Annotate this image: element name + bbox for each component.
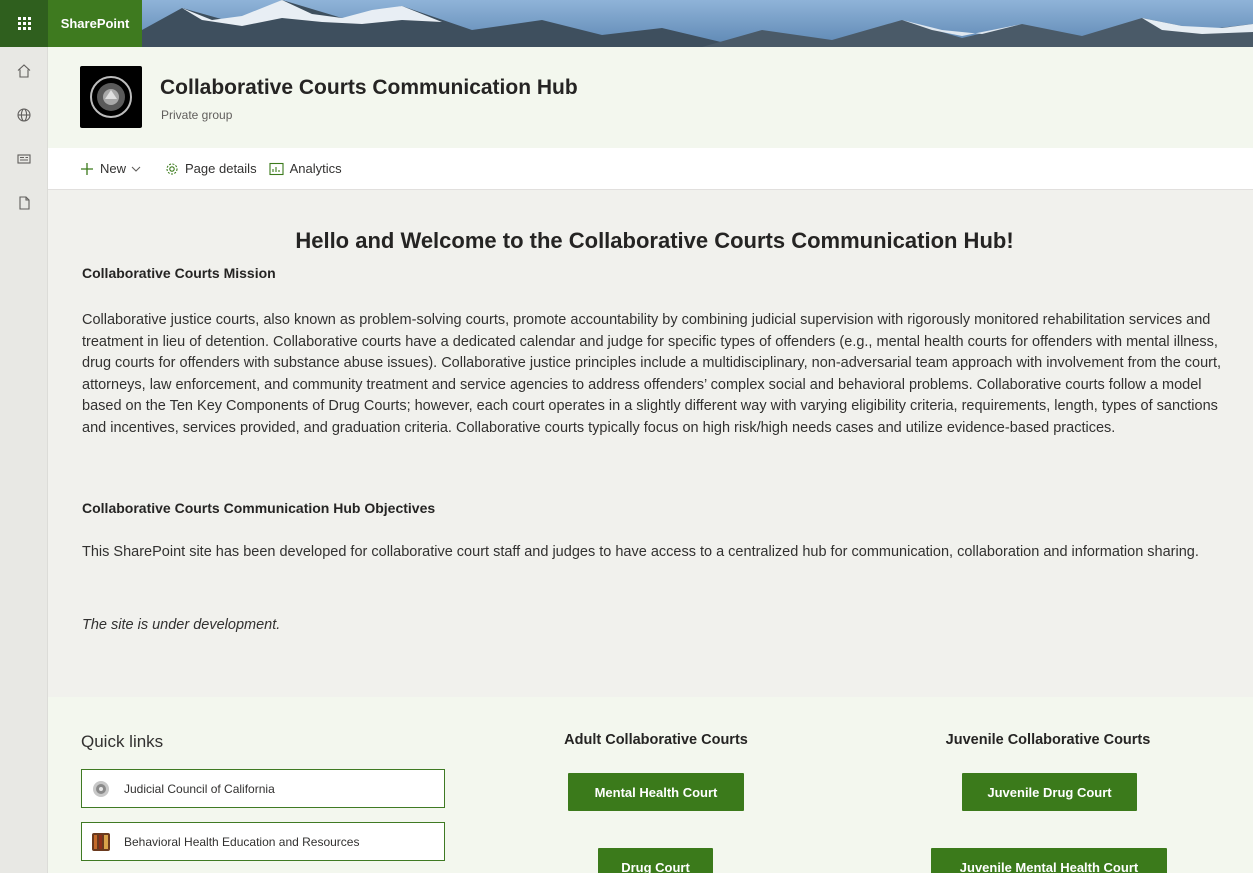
page-details-label: Page details (185, 161, 257, 176)
mission-heading: Collaborative Courts Mission (82, 265, 276, 281)
quick-link-judicial-council[interactable]: Judicial Council of California (81, 769, 445, 808)
juvenile-mental-health-court-button[interactable]: Juvenile Mental Health Court (931, 848, 1167, 873)
mountain-banner-image (142, 0, 1253, 47)
site-logo[interactable] (80, 66, 142, 128)
document-icon[interactable] (14, 193, 34, 213)
sharepoint-brand-link[interactable]: SharePoint (48, 0, 142, 47)
site-title: Collaborative Courts Communication Hub (160, 76, 578, 99)
adult-courts-heading: Adult Collaborative Courts (564, 732, 748, 748)
objectives-paragraph: This SharePoint site has been developed … (82, 544, 1199, 560)
globe-icon[interactable] (14, 105, 34, 125)
analytics-button[interactable]: Analytics (269, 161, 342, 176)
suite-bar: SharePoint (0, 0, 1253, 47)
left-navigation-rail (0, 47, 48, 873)
mission-paragraph: Collaborative justice courts, also known… (82, 312, 1222, 436)
analytics-label: Analytics (289, 161, 342, 176)
judicial-council-thumbnail-icon (93, 780, 109, 797)
analytics-icon (269, 162, 284, 175)
main-content: Hello and Welcome to the Collaborative C… (48, 190, 1253, 697)
new-label: New (100, 161, 127, 176)
quick-link-label: Judicial Council of California (124, 781, 275, 796)
site-header: Collaborative Courts Communication Hub P… (48, 47, 1253, 148)
site-privacy-label: Private group (161, 108, 233, 122)
page-details-button[interactable]: Page details (165, 161, 257, 176)
chevron-down-icon (131, 164, 147, 174)
objectives-heading: Collaborative Courts Communication Hub O… (82, 500, 436, 516)
quick-link-label: Behavioral Health Education and Resource… (124, 834, 360, 849)
gear-icon (166, 162, 178, 175)
links-section: Quick links Judicial Council of Californ… (48, 697, 1253, 873)
command-bar: New Page details Analytics (48, 148, 1253, 190)
juvenile-courts-heading: Juvenile Collaborative Courts (945, 732, 1151, 748)
new-button[interactable]: New (80, 161, 153, 176)
app-launcher-icon[interactable] (0, 0, 48, 47)
juvenile-drug-court-button[interactable]: Juvenile Drug Court (962, 773, 1137, 811)
behavioral-health-thumbnail-icon (92, 832, 110, 851)
mental-health-court-button[interactable]: Mental Health Court (568, 773, 744, 811)
home-icon[interactable] (14, 61, 34, 81)
drug-court-button[interactable]: Drug Court (598, 848, 713, 873)
quick-links-title: Quick links (81, 732, 164, 751)
plus-icon (81, 162, 93, 175)
welcome-heading: Hello and Welcome to the Collaborative C… (295, 228, 1014, 253)
quick-link-behavioral-health[interactable]: Behavioral Health Education and Resource… (81, 822, 445, 861)
news-icon[interactable] (14, 149, 34, 169)
development-note: The site is under development. (82, 617, 281, 633)
